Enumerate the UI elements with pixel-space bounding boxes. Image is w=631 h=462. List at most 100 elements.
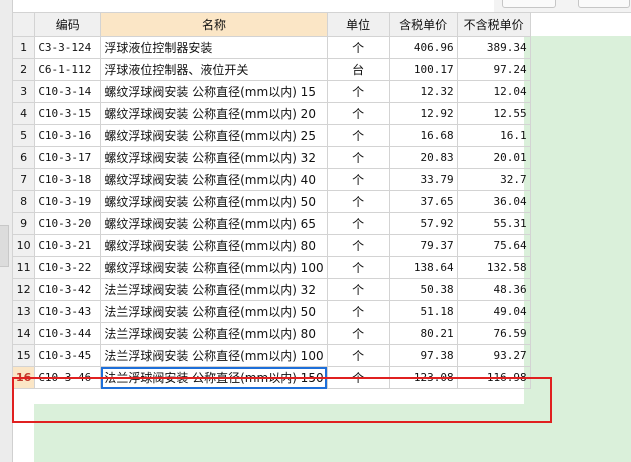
cell-name[interactable]: 浮球液位控制器、液位开关 xyxy=(100,58,328,81)
table-row[interactable]: 15 C10-3-45 法兰浮球阀安装 公称直径(mm以内) 100 个 97.38 93… xyxy=(11,344,531,367)
table-row[interactable]: 3 C10-3-14 螺纹浮球阀安装 公称直径(mm以内) 15 个 12.32 12.0… xyxy=(11,80,531,103)
table-row[interactable]: 2 C6-1-112 浮球液位控制器、液位开关台 100.17 97.24 xyxy=(11,58,531,81)
column-header-name[interactable]: 名称 xyxy=(100,12,328,37)
column-header-unit[interactable]: 单位 xyxy=(326,12,390,37)
table-row[interactable]: 7 C10-3-18 螺纹浮球阀安装 公称直径(mm以内) 40 个 33.79 32.7 xyxy=(11,168,531,191)
cell-unit[interactable]: 台 xyxy=(326,58,390,81)
row-number[interactable]: 6 xyxy=(11,146,36,169)
cell-notax-price[interactable]: 93.27 xyxy=(456,344,531,367)
cell-unit[interactable]: 个 xyxy=(326,146,390,169)
cell-tax-price[interactable]: 80.21 xyxy=(388,322,458,345)
cell-code[interactable]: C6-1-112 xyxy=(34,58,102,81)
cell-name[interactable]: 螺纹浮球阀安装 公称直径(mm以内) 32 xyxy=(100,146,328,169)
cell-unit[interactable]: 个 xyxy=(326,212,390,235)
table-row[interactable]: 14 C10-3-44 法兰浮球阀安装 公称直径(mm以内) 80 个 80.21 76.… xyxy=(11,322,531,345)
cell-tax-price[interactable]: 12.32 xyxy=(388,80,458,103)
row-number[interactable]: 11 xyxy=(11,256,36,279)
cell-notax-price[interactable]: 32.7 xyxy=(456,168,531,191)
cell-unit[interactable]: 个 xyxy=(326,366,390,389)
cell-tax-price[interactable]: 37.65 xyxy=(388,190,458,213)
cell-code[interactable]: C10-3-16 xyxy=(34,124,102,147)
cell-notax-price[interactable]: 12.55 xyxy=(456,102,531,125)
table-row[interactable]: 9 C10-3-20 螺纹浮球阀安装 公称直径(mm以内) 65 个 57.92 55.3… xyxy=(11,212,531,235)
table-row[interactable]: 13 C10-3-43 法兰浮球阀安装 公称直径(mm以内) 50 个 51.18 49.… xyxy=(11,300,531,323)
row-number[interactable]: 9 xyxy=(11,212,36,235)
cell-notax-price[interactable]: 16.1 xyxy=(456,124,531,147)
cell-tax-price[interactable]: 16.68 xyxy=(388,124,458,147)
row-number[interactable]: 5 xyxy=(11,124,36,147)
cell-tax-price[interactable]: 20.83 xyxy=(388,146,458,169)
cell-tax-price[interactable]: 51.18 xyxy=(388,300,458,323)
cell-name[interactable]: 螺纹浮球阀安装 公称直径(mm以内) 50 xyxy=(100,190,328,213)
cell-tax-price[interactable]: 12.92 xyxy=(388,102,458,125)
cell-notax-price[interactable]: 49.04 xyxy=(456,300,531,323)
cell-name[interactable]: 螺纹浮球阀安装 公称直径(mm以内) 40 xyxy=(100,168,328,191)
table-row[interactable]: 6 C10-3-17 螺纹浮球阀安装 公称直径(mm以内) 32 个 20.83 20.0… xyxy=(11,146,531,169)
row-number[interactable]: 16 xyxy=(11,366,36,389)
cell-unit[interactable]: 个 xyxy=(326,234,390,257)
cell-name[interactable]: 法兰浮球阀安装 公称直径(mm以内) 100 xyxy=(100,344,328,367)
toolbar-button[interactable] xyxy=(578,0,630,8)
cell-name[interactable]: 法兰浮球阀安装 公称直径(mm以内) 32 xyxy=(100,278,328,301)
cell-code[interactable]: C10-3-14 xyxy=(34,80,102,103)
table-row[interactable]: 11 C10-3-22 螺纹浮球阀安装 公称直径(mm以内) 100 个 138.64 1… xyxy=(11,256,531,279)
row-number[interactable]: 12 xyxy=(11,278,36,301)
cell-unit[interactable]: 个 xyxy=(326,36,390,59)
row-number[interactable]: 14 xyxy=(11,322,36,345)
cell-tax-price[interactable]: 406.96 xyxy=(388,36,458,59)
row-number[interactable]: 8 xyxy=(11,190,36,213)
cell-code[interactable]: C10-3-46 xyxy=(34,366,102,389)
cell-notax-price[interactable]: 76.59 xyxy=(456,322,531,345)
cell-notax-price[interactable]: 97.24 xyxy=(456,58,531,81)
cell-notax-price[interactable]: 12.04 xyxy=(456,80,531,103)
cell-notax-price[interactable]: 389.34 xyxy=(456,36,531,59)
cell-tax-price[interactable]: 57.92 xyxy=(388,212,458,235)
cell-code[interactable]: C3-3-124 xyxy=(34,36,102,59)
cell-unit[interactable]: 个 xyxy=(326,322,390,345)
row-number[interactable]: 13 xyxy=(11,300,36,323)
cell-notax-price[interactable]: 36.04 xyxy=(456,190,531,213)
cell-tax-price[interactable]: 50.38 xyxy=(388,278,458,301)
row-number[interactable]: 10 xyxy=(11,234,36,257)
cell-name[interactable]: 法兰浮球阀安装 公称直径(mm以内) 150 xyxy=(100,366,328,389)
cell-name[interactable]: 法兰浮球阀安装 公称直径(mm以内) 50 xyxy=(100,300,328,323)
cell-notax-price[interactable]: 132.58 xyxy=(456,256,531,279)
table-row[interactable]: 8 C10-3-19 螺纹浮球阀安装 公称直径(mm以内) 50 个 37.65 36.0… xyxy=(11,190,531,213)
cell-code[interactable]: C10-3-20 xyxy=(34,212,102,235)
cell-name[interactable]: 螺纹浮球阀安装 公称直径(mm以内) 80 xyxy=(100,234,328,257)
cell-unit[interactable]: 个 xyxy=(326,190,390,213)
toolbar-button[interactable] xyxy=(502,0,556,8)
table-row[interactable]: 16 C10-3-46 法兰浮球阀安装 公称直径(mm以内) 150 个 123.08 1… xyxy=(11,366,531,389)
cell-unit[interactable]: 个 xyxy=(326,102,390,125)
table-row[interactable]: 4 C10-3-15 螺纹浮球阀安装 公称直径(mm以内) 20 个 12.92 12.5… xyxy=(11,102,531,125)
row-number[interactable]: 4 xyxy=(11,102,36,125)
cell-name[interactable]: 螺纹浮球阀安装 公称直径(mm以内) 20 xyxy=(100,102,328,125)
cell-unit[interactable]: 个 xyxy=(326,344,390,367)
row-number[interactable]: 2 xyxy=(11,58,36,81)
cell-notax-price[interactable]: 116.98 xyxy=(456,366,531,389)
row-number[interactable]: 1 xyxy=(11,36,36,59)
cell-tax-price[interactable]: 100.17 xyxy=(388,58,458,81)
cell-code[interactable]: C10-3-45 xyxy=(34,344,102,367)
column-header-notax-price[interactable]: 不含税单价 xyxy=(456,12,531,37)
cell-name[interactable]: 螺纹浮球阀安装 公称直径(mm以内) 100 xyxy=(100,256,328,279)
row-number[interactable]: 3 xyxy=(11,80,36,103)
cell-name[interactable]: 浮球液位控制器安装 xyxy=(100,36,328,59)
cell-unit[interactable]: 个 xyxy=(326,80,390,103)
cell-code[interactable]: C10-3-44 xyxy=(34,322,102,345)
table-row[interactable]: 1 C3-3-124 浮球液位控制器安装个 406.96 389.34 xyxy=(11,36,531,59)
cell-unit[interactable]: 个 xyxy=(326,168,390,191)
cell-tax-price[interactable]: 79.37 xyxy=(388,234,458,257)
table-row[interactable]: 12 C10-3-42 法兰浮球阀安装 公称直径(mm以内) 32 个 50.38 48.… xyxy=(11,278,531,301)
panel-splitter-handle[interactable] xyxy=(0,225,9,267)
cell-code[interactable]: C10-3-19 xyxy=(34,190,102,213)
cell-tax-price[interactable]: 33.79 xyxy=(388,168,458,191)
cell-unit[interactable]: 个 xyxy=(326,256,390,279)
cell-unit[interactable]: 个 xyxy=(326,300,390,323)
cell-tax-price[interactable]: 97.38 xyxy=(388,344,458,367)
cell-notax-price[interactable]: 48.36 xyxy=(456,278,531,301)
cell-code[interactable]: C10-3-17 xyxy=(34,146,102,169)
cell-name[interactable]: 螺纹浮球阀安装 公称直径(mm以内) 25 xyxy=(100,124,328,147)
row-number[interactable]: 15 xyxy=(11,344,36,367)
table-row[interactable]: 10 C10-3-21 螺纹浮球阀安装 公称直径(mm以内) 80 个 79.37 75.… xyxy=(11,234,531,257)
